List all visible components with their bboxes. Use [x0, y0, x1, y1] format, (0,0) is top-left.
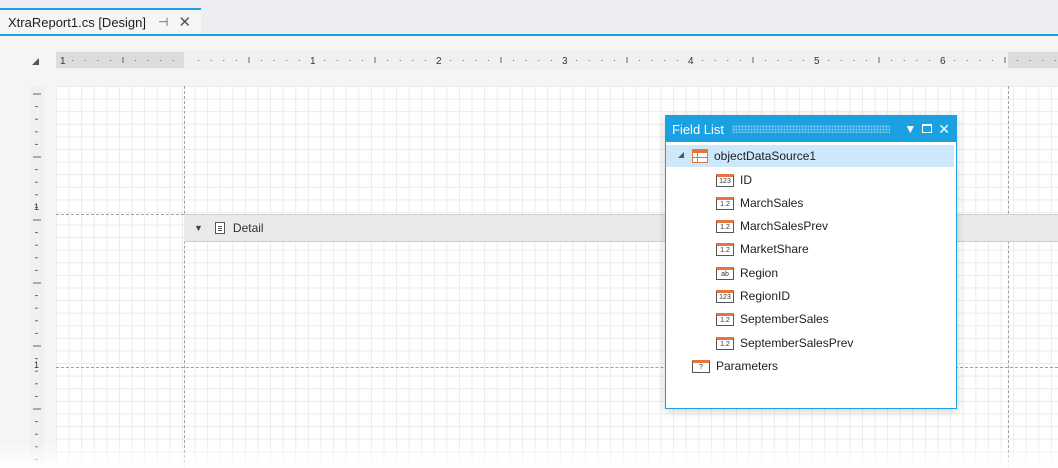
maximize-icon[interactable] — [922, 123, 933, 135]
decimal-field-icon: 1.2 — [716, 242, 734, 256]
field-list-panel[interactable]: Field List ▼ ✕ objectDataSource1 123 ID … — [665, 115, 957, 409]
field-label: MarchSales — [740, 196, 804, 210]
field-label: MarchSalesPrev — [740, 219, 829, 233]
ruler-number: 6 — [940, 56, 946, 67]
close-icon[interactable]: ✕ — [178, 13, 191, 31]
ruler-number: 1 — [34, 202, 39, 212]
field-label: SeptemberSales — [740, 312, 829, 326]
ruler-number: 4 — [688, 56, 694, 67]
field-label: SeptemberSalesPrev — [740, 336, 854, 350]
decimal-field-icon: 1.2 — [716, 336, 734, 350]
tree-node-datasource[interactable]: objectDataSource1 — [666, 145, 954, 167]
field-label: RegionID — [740, 289, 791, 303]
parameters-label: Parameters — [716, 359, 779, 373]
decimal-field-icon: 1.2 — [716, 312, 734, 326]
ruler-number: 1 — [34, 360, 39, 370]
tree-node-field[interactable]: 1.2 MarchSales — [666, 192, 954, 214]
tree-node-field[interactable]: 123 ID — [666, 169, 954, 191]
right-margin-line — [1008, 86, 1009, 468]
field-label: ID — [740, 173, 752, 187]
drag-grip[interactable] — [732, 125, 891, 133]
vertical-ruler-ticks: 11 — [33, 93, 41, 460]
table-icon — [692, 149, 708, 163]
field-label: Region — [740, 266, 779, 280]
document-tab[interactable]: XtraReport1.cs [Design] ⊣ ✕ — [0, 8, 202, 34]
ruler-number: 1 — [60, 56, 66, 67]
report-designer: XtraReport1.cs [Design] ⊣ ✕ 1123456 11 ▼… — [0, 0, 1058, 468]
document-tabstrip: XtraReport1.cs [Design] ⊣ ✕ — [0, 0, 1058, 34]
tree-node-field[interactable]: 1.2 SeptemberSales — [666, 308, 954, 330]
ruler-corner-icon[interactable] — [32, 58, 39, 65]
tab-title: XtraReport1.cs [Design] — [8, 14, 147, 30]
field-label: MarketShare — [740, 242, 809, 256]
left-margin-line — [184, 86, 185, 468]
detail-band-icon — [214, 222, 225, 234]
decimal-field-icon: 1.2 — [716, 219, 734, 233]
horizontal-ruler-ticks: 1 1 2 3 4 5 6 — [56, 52, 1058, 68]
field-list-title: Field List — [672, 121, 725, 137]
vertical-ruler: 11 — [30, 86, 44, 468]
integer-field-icon: 123 — [716, 173, 734, 187]
datasource-label: objectDataSource1 — [714, 149, 817, 163]
collapse-arrow-icon[interactable]: ▼ — [194, 223, 203, 233]
expand-arrow-icon[interactable] — [678, 152, 684, 158]
ruler-number: 2 — [436, 56, 442, 67]
ruler-number: 3 — [562, 56, 568, 67]
tree-node-parameters[interactable]: ? Parameters — [666, 355, 954, 377]
detail-band-label: Detail — [232, 221, 264, 235]
horizontal-ruler: 1 1 2 3 4 5 6 — [56, 50, 1058, 70]
string-field-icon: ab — [716, 266, 734, 280]
pin-icon[interactable]: ⊣ — [158, 15, 168, 29]
dropdown-icon[interactable]: ▼ — [904, 123, 916, 135]
ruler-number: 1 — [310, 56, 316, 67]
tree-node-field[interactable]: 1.2 MarketShare — [666, 238, 954, 260]
tree-node-field[interactable]: 123 RegionID — [666, 285, 954, 307]
parameters-icon: ? — [692, 359, 710, 373]
tree-node-field[interactable]: 1.2 MarchSalesPrev — [666, 215, 954, 237]
close-icon[interactable]: ✕ — [938, 122, 950, 136]
field-list-header[interactable]: Field List ▼ ✕ — [666, 116, 956, 142]
tree-node-field[interactable]: ab Region — [666, 262, 954, 284]
decimal-field-icon: 1.2 — [716, 196, 734, 210]
ruler-margin-shade — [56, 52, 184, 68]
ruler-margin-shade — [1008, 52, 1058, 68]
integer-field-icon: 123 — [716, 289, 734, 303]
ruler-number: 5 — [814, 56, 820, 67]
tree-node-field[interactable]: 1.2 SeptemberSalesPrev — [666, 332, 954, 354]
